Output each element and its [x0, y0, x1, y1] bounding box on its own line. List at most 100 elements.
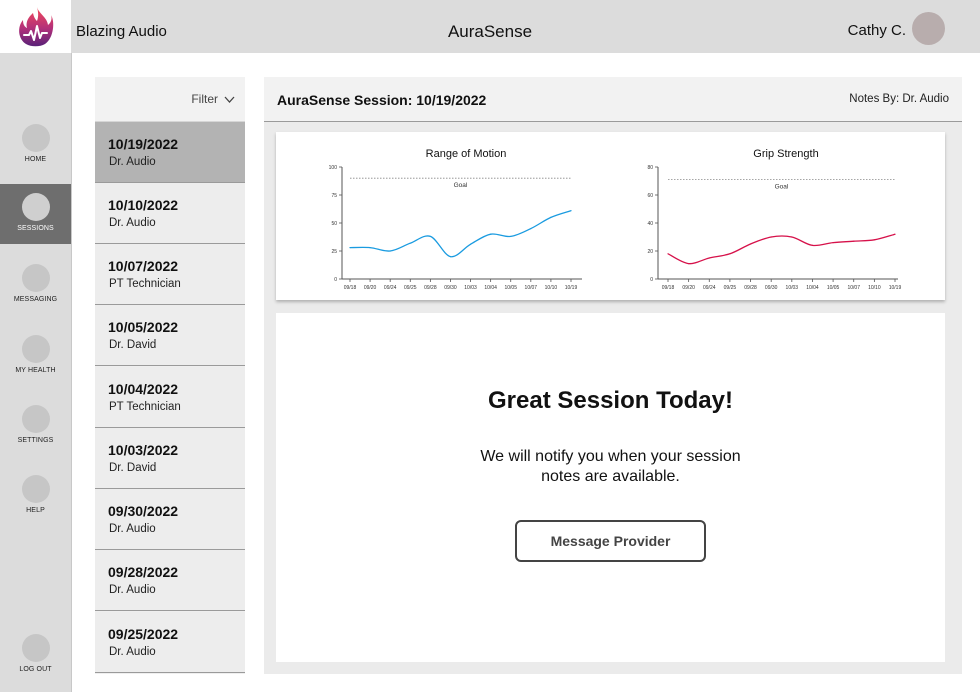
goal-label: Goal — [775, 184, 789, 191]
session-provider: Dr. Audio — [109, 646, 156, 658]
filter-bar: Filter — [95, 77, 245, 122]
x-tick-label: 10/04 — [484, 285, 497, 291]
help-icon — [21, 475, 50, 503]
data-point — [873, 239, 875, 241]
x-tick-label: 09/25 — [404, 285, 417, 291]
y-tick-label: 80 — [647, 165, 653, 171]
session-list: Filter 10/19/2022 Dr. Audio 10/10/2022 D… — [95, 77, 245, 674]
data-point — [570, 210, 572, 212]
data-point — [349, 247, 351, 249]
x-tick-label: 10/10 — [868, 285, 881, 291]
sidebar-item-label: LOG OUT — [19, 666, 52, 673]
flame-pulse-icon — [18, 6, 53, 46]
user-name[interactable]: Cathy C. — [848, 0, 906, 53]
filter-button[interactable]: Filter — [191, 92, 235, 106]
x-tick-label: 10/07 — [525, 285, 538, 291]
sidebar-item-label: MY HEALTH — [15, 367, 56, 374]
filter-label: Filter — [191, 92, 218, 106]
data-point — [770, 236, 772, 238]
x-tick-label: 09/18 — [662, 285, 675, 291]
y-tick-label: 60 — [647, 193, 653, 199]
x-tick-label: 09/24 — [703, 285, 716, 291]
x-tick-label: 09/25 — [724, 285, 737, 291]
data-point — [449, 256, 452, 258]
x-tick-label: 10/03 — [464, 285, 477, 291]
chart-title: Grip Strength — [753, 148, 818, 160]
sidebar-item-label: HELP — [26, 507, 45, 514]
x-tick-label: 09/18 — [344, 285, 357, 291]
x-tick-label: 10/05 — [827, 285, 840, 291]
data-point — [389, 250, 391, 252]
x-tick-label: 10/10 — [545, 285, 558, 291]
data-point — [894, 233, 896, 235]
data-point — [832, 242, 834, 244]
session-header: AuraSense Session: 10/19/2022 Notes By: … — [264, 77, 962, 122]
y-tick-label: 25 — [331, 249, 337, 255]
session-date: 09/28/2022 — [108, 564, 179, 580]
data-point — [749, 243, 752, 245]
messaging-icon — [21, 264, 50, 292]
session-date: 10/10/2022 — [108, 197, 179, 213]
session-date: 09/25/2022 — [108, 626, 179, 642]
y-tick-label: 0 — [334, 277, 337, 283]
session-item[interactable]: 09/25/2022 Dr. Audio — [95, 612, 245, 673]
y-tick-label: 75 — [331, 193, 337, 199]
session-date: 10/03/2022 — [108, 442, 179, 458]
sidebar-item-label: SETTINGS — [17, 437, 54, 444]
message-body: We will notify you when your session not… — [480, 448, 741, 485]
session-item[interactable]: 10/03/2022 Dr. David — [95, 428, 245, 489]
session-provider: Dr. Audio — [109, 584, 156, 596]
session-provider: Dr. Audio — [109, 156, 156, 168]
x-tick-label: 09/20 — [364, 285, 377, 291]
series-line — [667, 233, 896, 265]
x-tick-label: 10/19 — [565, 285, 578, 291]
session-item[interactable]: 09/30/2022 Dr. Audio — [95, 489, 245, 550]
x-tick-label: 10/04 — [806, 285, 819, 291]
session-provider: PT Technician — [109, 401, 181, 413]
x-tick-label: 09/28 — [424, 285, 437, 291]
range-of-motion-chart: Range of Motion 0 25 50 75 100 09/18 09/20 09/24… — [329, 148, 582, 291]
data-point — [708, 257, 710, 259]
session-item[interactable]: 10/04/2022 PT Technician — [95, 367, 245, 428]
y-tick-label: 50 — [331, 221, 337, 227]
data-point — [490, 233, 492, 235]
x-tick-label: 10/05 — [504, 285, 517, 291]
sidebar-item-messaging[interactable]: MESSAGING — [0, 260, 71, 320]
data-point — [530, 228, 532, 230]
sidebar-item-logout[interactable]: LOG OUT — [0, 630, 71, 690]
session-date: 10/07/2022 — [108, 258, 179, 274]
sidebar-item-help[interactable]: HELP — [0, 471, 71, 531]
session-item[interactable]: 10/10/2022 Dr. Audio — [95, 183, 245, 244]
data-point — [729, 253, 731, 255]
message-provider-button[interactable]: Message Provider — [515, 520, 706, 562]
session-provider: Dr. David — [109, 339, 157, 351]
sidebar-item-home[interactable]: HOME — [0, 120, 71, 180]
y-tick-label: 100 — [329, 165, 338, 171]
data-point — [369, 247, 371, 249]
y-tick-label: 40 — [647, 221, 653, 227]
session-item[interactable]: 10/05/2022 Dr. David — [95, 305, 245, 366]
data-point — [510, 235, 512, 238]
data-point — [853, 240, 855, 242]
session-item[interactable]: 10/07/2022 PT Technician — [95, 244, 245, 305]
series-line — [349, 210, 572, 258]
sidebar-item-label: MESSAGING — [13, 296, 58, 303]
session-item[interactable]: 09/28/2022 Dr. Audio — [95, 550, 245, 611]
session-provider: Dr. David — [109, 462, 157, 474]
logo[interactable] — [0, 0, 71, 53]
session-item[interactable]: 10/19/2022 Dr. Audio — [95, 122, 245, 183]
sidebar-item-settings[interactable]: SETTINGS — [0, 401, 71, 461]
goal-label: Goal — [454, 182, 468, 189]
session-date: 10/05/2022 — [108, 319, 179, 335]
sidebar: HOME SESSIONS MESSAGING MY HEALTH SETTIN… — [0, 53, 72, 692]
company-name: Blazing Audio — [76, 23, 167, 40]
chevron-down-icon — [224, 96, 235, 103]
data-point — [811, 244, 814, 246]
session-date: 10/04/2022 — [108, 381, 179, 397]
sidebar-item-sessions[interactable]: SESSIONS — [0, 184, 71, 244]
data-point — [791, 236, 793, 238]
sidebar-item-my-health[interactable]: MY HEALTH — [0, 331, 71, 391]
grip-strength-chart: Grip Strength 0 20 40 60 80 09/18 09/20 09/24 09/… — [647, 148, 901, 291]
data-point — [667, 253, 669, 255]
avatar[interactable] — [912, 12, 945, 45]
